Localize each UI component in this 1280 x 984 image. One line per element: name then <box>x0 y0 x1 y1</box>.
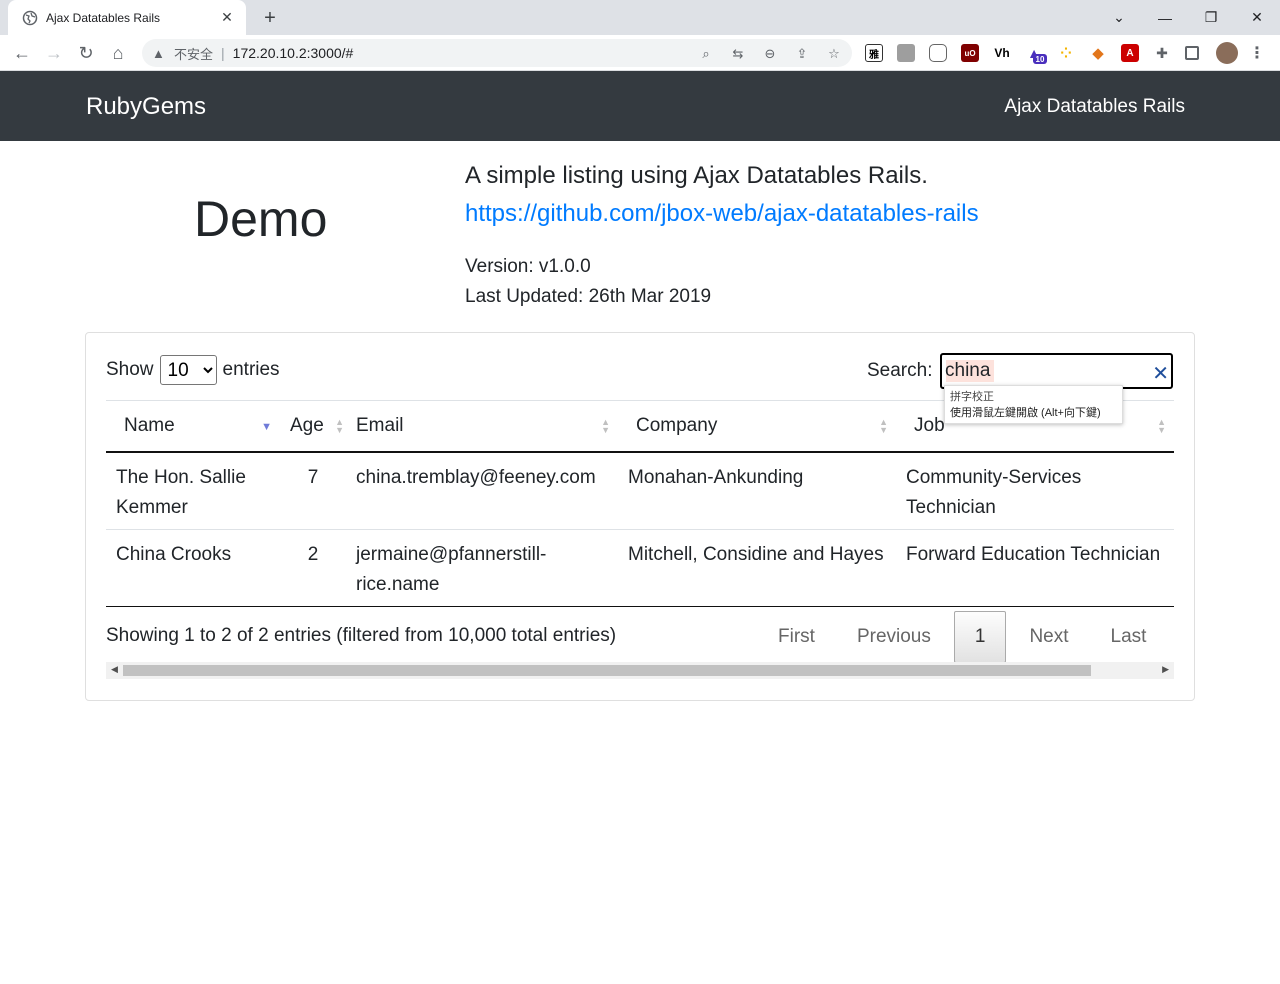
cell-email: jermaine@pfannerstill-rice.name <box>346 529 618 607</box>
next-page-button[interactable]: Next <box>1008 611 1089 663</box>
omnibox-separator: | <box>221 45 225 61</box>
column-header-name[interactable]: Name ▼ <box>106 400 280 453</box>
scroll-right-icon[interactable]: ▶ <box>1162 664 1169 675</box>
entries-per-page-select[interactable]: 10 <box>159 355 217 385</box>
yahoo-dict-ext-icon[interactable]: 雅 <box>865 44 883 62</box>
cell-company: Monahan-Ankunding <box>618 451 896 530</box>
last-updated-text: Last Updated: 26th Mar 2019 <box>465 286 712 307</box>
ext-badge: 10 <box>1033 54 1047 64</box>
tab-search-icon[interactable]: ⌄ <box>1096 0 1142 35</box>
table-info: Showing 1 to 2 of 2 entries (filtered fr… <box>106 625 617 646</box>
vh-ext-icon[interactable]: Vh <box>993 44 1011 62</box>
sort-both-icon: ▲ ▼ <box>601 417 610 435</box>
last-page-button[interactable]: Last <box>1090 611 1168 663</box>
table-row: The Hon. Sallie Kemmer 7 china.tremblay@… <box>106 451 1174 530</box>
column-header-age[interactable]: Age ▲ ▼ <box>280 400 346 453</box>
sort-both-icon: ▲ ▼ <box>879 417 888 435</box>
data-table: Name ▼ Age ▲ ▼ Email ▲ ▼ Company ▲ ▼ Job ▲ ▼ The … <box>106 400 1174 607</box>
address-bar[interactable]: ▲ 不安全 | 172.20.10.2:3000/# ⌕ ⇆ ⊖ ⇪ ☆ <box>142 39 852 67</box>
column-header-company[interactable]: Company ▲ ▼ <box>618 400 896 453</box>
pdf-ext-icon[interactable]: A <box>1121 44 1139 62</box>
home-icon[interactable]: ⌂ <box>104 39 132 67</box>
clear-search-icon[interactable]: ✕ <box>1152 361 1169 386</box>
share-icon[interactable]: ⇪ <box>794 46 810 62</box>
search-input-wrapper: ✕ <box>940 353 1173 389</box>
brand-link[interactable]: RubyGems <box>86 93 206 121</box>
url-text[interactable]: 172.20.10.2:3000/# <box>233 45 354 61</box>
menu-kebab-icon[interactable]: ⋮ <box>1248 44 1266 62</box>
extensions-puzzle-icon[interactable]: ✚ <box>1153 44 1171 62</box>
security-label: 不安全 <box>174 46 214 62</box>
sort-both-icon: ▲ ▼ <box>1157 417 1166 435</box>
cell-age: 2 <box>280 529 346 607</box>
dots-ext-icon[interactable]: ⁘ <box>1057 44 1075 62</box>
cell-age: 7 <box>280 451 346 530</box>
sort-both-icon: ▲ ▼ <box>335 417 344 435</box>
version-text: Version: v1.0.0 <box>465 256 591 277</box>
close-window-icon[interactable]: ✕ <box>1234 0 1280 35</box>
avatar[interactable] <box>1216 42 1238 64</box>
scrollbar-thumb[interactable] <box>123 665 1091 676</box>
ublock-ext-icon[interactable]: uO <box>961 44 979 62</box>
tab-strip: Ajax Datatables Rails ✕ + ⌄ — ❐ ✕ <box>0 0 1280 35</box>
site-navbar: RubyGems Ajax Datatables Rails <box>0 71 1280 141</box>
cell-job: Community-Services Technician <box>896 451 1174 530</box>
browser-toolbar: ← → ↻ ⌂ ▲ 不安全 | 172.20.10.2:3000/# ⌕ ⇆ ⊖… <box>0 35 1280 71</box>
github-link[interactable]: https://github.com/jbox-web/ajax-datatab… <box>465 200 979 228</box>
image-ext-icon[interactable] <box>897 44 915 62</box>
bookmark-star-icon[interactable]: ☆ <box>826 46 842 62</box>
side-panel-icon[interactable] <box>1185 46 1199 60</box>
cell-email: china.tremblay@feeney.com <box>346 451 618 530</box>
browser-tab[interactable]: Ajax Datatables Rails ✕ <box>8 0 246 35</box>
warning-icon[interactable]: ▲ <box>152 46 168 61</box>
back-icon[interactable]: ← <box>8 39 36 67</box>
first-page-button[interactable]: First <box>757 611 836 663</box>
forward-icon[interactable]: → <box>40 39 68 67</box>
show-label: Show <box>106 359 154 380</box>
pagination: First Previous 1 Next Last <box>757 611 1167 663</box>
column-label: Email <box>356 414 404 436</box>
tab-title: Ajax Datatables Rails <box>46 10 161 25</box>
table-row: China Crooks 2 jermaine@pfannerstill-ric… <box>106 529 1174 607</box>
entries-label: entries <box>222 359 280 380</box>
cell-company: Mitchell, Considine and Hayes <box>618 529 896 607</box>
tooltip-title: 拼字校正 <box>950 391 994 403</box>
tab-close-icon[interactable]: ✕ <box>218 9 236 26</box>
horizontal-scrollbar[interactable]: ◀ ▶ <box>106 662 1174 679</box>
column-header-email[interactable]: Email ▲ ▼ <box>346 400 618 453</box>
new-tab-icon[interactable]: + <box>258 6 282 30</box>
translate-icon[interactable]: ⇆ <box>730 46 746 62</box>
column-label: Job <box>914 414 945 436</box>
spellcheck-tooltip: 拼字校正 使用滑鼠左鍵開啟 (Alt+向下鍵) <box>944 385 1123 424</box>
column-label: Company <box>636 414 718 436</box>
globe-icon <box>22 10 38 26</box>
cell-name: China Crooks <box>106 529 280 607</box>
cell-name: The Hon. Sallie Kemmer <box>106 451 280 530</box>
search-input[interactable] <box>945 360 1145 382</box>
reload-icon[interactable]: ↻ <box>72 39 100 67</box>
column-label: Age <box>290 414 324 436</box>
sort-desc-icon: ▼ <box>261 421 272 433</box>
length-control: Show 10 entries <box>106 355 280 385</box>
search-label: Search: <box>867 360 933 381</box>
nav-link-ajax-datatables[interactable]: Ajax Datatables Rails <box>1004 96 1185 118</box>
zoom-icon[interactable]: ⊖ <box>762 46 778 62</box>
restore-icon[interactable]: ❐ <box>1188 0 1234 35</box>
scroll-left-icon[interactable]: ◀ <box>111 664 118 675</box>
tooltip-body: 使用滑鼠左鍵開啟 (Alt+向下鍵) <box>950 407 1101 419</box>
minimize-icon[interactable]: — <box>1142 0 1188 35</box>
page-title: Demo <box>194 191 328 247</box>
search-icon[interactable]: ⌕ <box>698 46 714 62</box>
metamask-ext-icon[interactable]: ◆ <box>1089 44 1107 62</box>
lead-text: A simple listing using Ajax Datatables R… <box>465 162 928 189</box>
column-label: Name <box>124 414 175 436</box>
page-1-button[interactable]: 1 <box>953 611 1007 663</box>
chat-ext-icon[interactable] <box>929 44 947 62</box>
cell-job: Forward Education Technician <box>896 529 1174 607</box>
previous-page-button[interactable]: Previous <box>836 611 952 663</box>
